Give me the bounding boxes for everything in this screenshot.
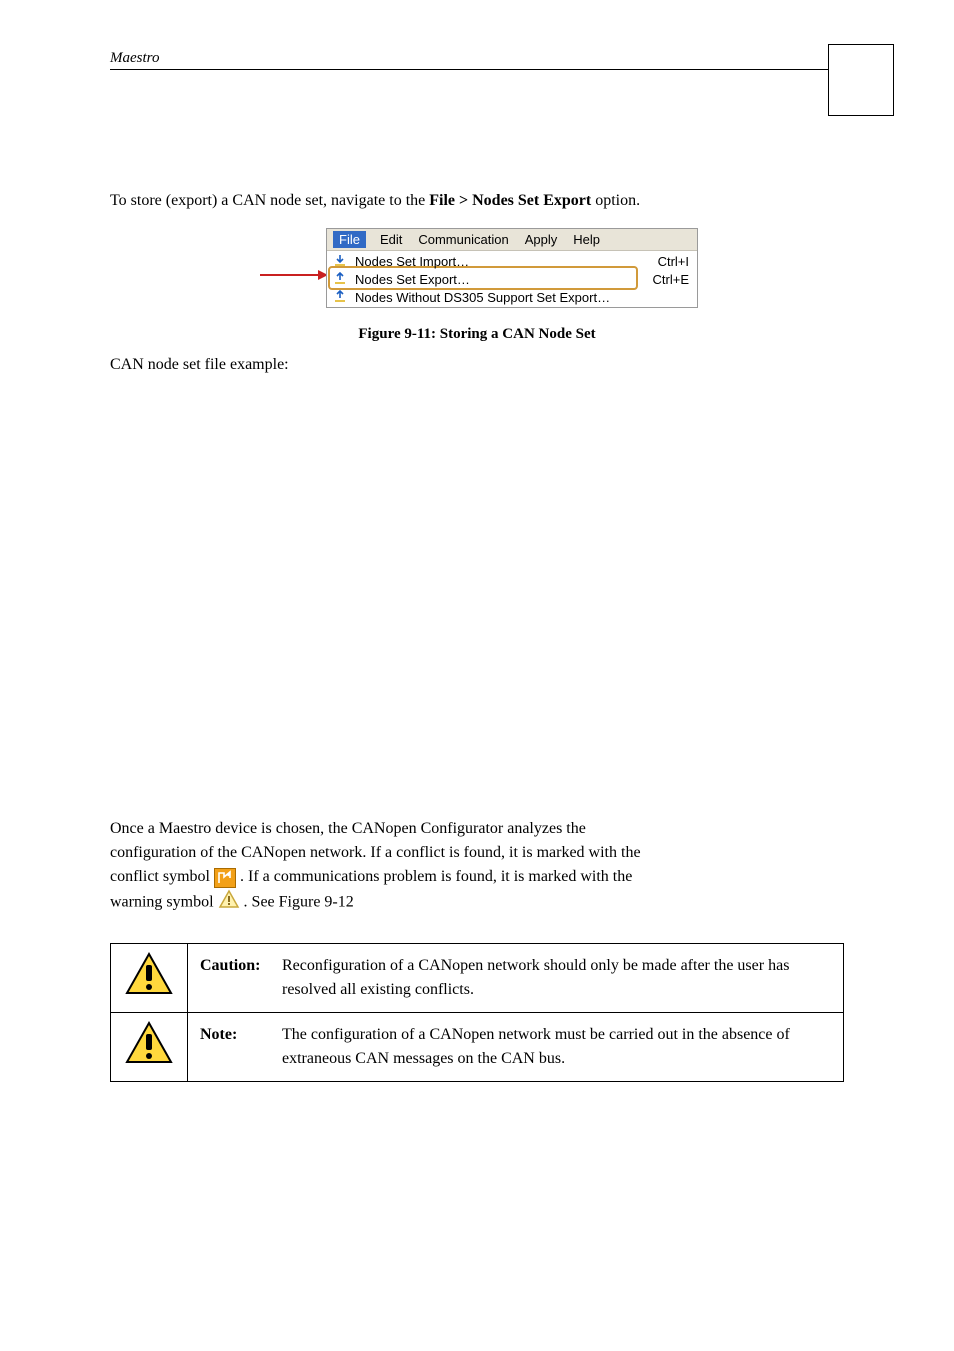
menu-bar-edit[interactable]: Edit (378, 231, 404, 248)
menu-item-export-label: Nodes Set Export… (355, 272, 623, 287)
export-icon (331, 271, 349, 287)
menu-item-import-label: Nodes Set Import… (355, 254, 623, 269)
menu-bar-apply[interactable]: Apply (523, 231, 560, 248)
intro-pre: To store (export) a CAN node set, naviga… (110, 192, 429, 209)
para2-line2: configuration of the CANopen network. If… (110, 844, 641, 861)
intro-post: option. (591, 192, 640, 209)
note-icon-cell (111, 1013, 188, 1082)
note-text: The configuration of a CANopen network m… (282, 1023, 823, 1071)
import-icon (331, 253, 349, 269)
caution-triangle-icon (124, 951, 174, 997)
note-row: Note: The configuration of a CANopen net… (111, 1013, 844, 1082)
export-icon (331, 289, 349, 305)
analysis-paragraph: Once a Maestro device is chosen, the CAN… (110, 817, 844, 917)
menu-item-export[interactable]: Nodes Set Export… Ctrl+E (327, 270, 697, 288)
para2-line3b: . If a communications problem is found, … (236, 868, 632, 885)
para2-line3a: conflict symbol (110, 868, 214, 885)
menu-item-ds305-label: Nodes Without DS305 Support Set Export… (355, 290, 623, 305)
conflict-icon (214, 868, 236, 888)
menu-bar-file[interactable]: File (333, 231, 366, 248)
menu-bar-help[interactable]: Help (571, 231, 602, 248)
para2-line1: Once a Maestro device is chosen, the CAN… (110, 820, 586, 837)
note-label: Note: (200, 1023, 278, 1047)
pointer-arrow-container (256, 228, 326, 308)
intro-paragraph: To store (export) a CAN node set, naviga… (110, 190, 844, 212)
caution-note-table: Caution: Reconfiguration of a CANopen ne… (110, 943, 844, 1082)
figure-caption: Figure 9-11: Storing a CAN Node Set (110, 326, 844, 343)
intro-bold: File > Nodes Set Export (429, 192, 591, 209)
menu-item-import-shortcut: Ctrl+I (629, 254, 689, 269)
menu-bar: File Edit Communication Apply Help (327, 229, 697, 251)
note-text-cell: Note: The configuration of a CANopen net… (188, 1013, 844, 1082)
para2-line4a: warning symbol (110, 894, 218, 911)
caution-text: Reconfiguration of a CANopen network sho… (282, 954, 823, 1002)
menu-bar-communication[interactable]: Communication (416, 231, 510, 248)
menu-item-export-shortcut: Ctrl+E (629, 272, 689, 287)
caution-icon-cell (111, 944, 188, 1013)
menu-item-ds305-export[interactable]: Nodes Without DS305 Support Set Export… (327, 288, 697, 306)
page-header: Maestro (110, 50, 844, 70)
file-menu-screenshot: File Edit Communication Apply Help Nodes… (326, 228, 698, 308)
warning-triangle-icon (218, 889, 240, 917)
header-empty-box (828, 44, 894, 116)
note-label-text: Note: (200, 1026, 237, 1043)
caution-label: Caution: (200, 954, 278, 978)
header-title: Maestro (110, 50, 844, 69)
caution-row: Caution: Reconfiguration of a CANopen ne… (111, 944, 844, 1013)
caution-text-cell: Caution: Reconfiguration of a CANopen ne… (188, 944, 844, 1013)
menu-item-import[interactable]: Nodes Set Import… Ctrl+I (327, 252, 697, 270)
para2-line4b: . See Figure 9-12 (240, 894, 354, 911)
note-triangle-icon (124, 1020, 174, 1066)
arrow-right-icon (258, 268, 328, 282)
example-line: CAN node set file example: (110, 353, 844, 377)
